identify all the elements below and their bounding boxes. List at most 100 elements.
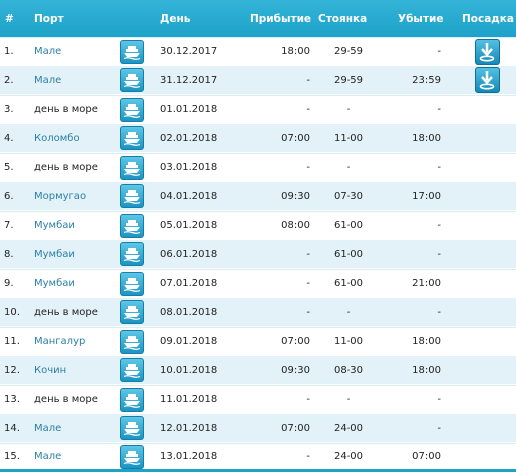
port-link[interactable]: Мале (34, 75, 61, 86)
port-label: день в море (34, 306, 98, 318)
day-cell: 02.01.2018 (160, 132, 218, 144)
row-number: 9. (4, 278, 14, 289)
boarding-arrow-icon[interactable] (474, 38, 500, 65)
boarding-cell (462, 212, 512, 239)
stay-cell: 07-30 (333, 190, 364, 202)
day-cell: 31.12.2017 (160, 74, 218, 86)
stay-cell: 29-59 (333, 74, 364, 86)
departure-cell: - (437, 422, 441, 434)
header-arrival: Прибытие (250, 12, 312, 25)
itinerary-table: # Порт День Прибытие Стоянка Убытие Поса… (0, 0, 516, 475)
ship-icon[interactable] (120, 444, 144, 469)
port-link[interactable]: Мале (34, 451, 61, 462)
table-row: 13. день в море 11.01.2018 - - - (0, 385, 516, 414)
port-link[interactable]: Мормугао (34, 191, 86, 202)
arrival-cell: 09:30 (281, 190, 310, 202)
ship-icon[interactable] (120, 97, 144, 122)
stay-cell: 61-00 (333, 220, 364, 231)
boarding-arrow-icon[interactable] (474, 67, 500, 93)
port-label: день в море (34, 162, 98, 173)
arrival-cell: 07:00 (281, 132, 310, 144)
port-cell: Мумбаи (34, 270, 116, 297)
stay-cell: 11-00 (333, 132, 364, 144)
ship-cell (119, 212, 145, 239)
departure-cell: - (437, 104, 441, 115)
table-row: 2. Мале 31.12.2017 - 29-59 23:59 (0, 66, 516, 95)
header-port: Порт (34, 12, 64, 25)
port-cell: Мангалур (34, 328, 116, 355)
port-link[interactable]: Кочин (34, 365, 66, 376)
arrival-cell: - (306, 451, 310, 462)
departure-cell: 21:00 (412, 278, 441, 289)
port-link[interactable]: Мале (34, 423, 61, 434)
port-cell: день в море (34, 298, 116, 326)
stay-cell: 11-00 (333, 336, 364, 347)
stay-cell: - (346, 162, 351, 173)
row-number: 12. (4, 364, 20, 376)
port-link[interactable]: Мумбаи (34, 220, 75, 231)
ship-cell (119, 38, 145, 65)
table-row: 6. Мормугао 04.01.2018 09:30 07-30 17:00 (0, 182, 516, 211)
header-stay: Стоянка (318, 12, 368, 25)
port-link[interactable]: Мумбаи (34, 278, 75, 289)
ship-icon[interactable] (120, 271, 144, 296)
port-link[interactable]: Мангалур (34, 336, 85, 347)
departure-cell: 18:00 (412, 132, 441, 144)
departure-cell: 07:00 (412, 451, 441, 462)
ship-icon[interactable] (120, 300, 144, 324)
departure-cell: 23:59 (412, 74, 441, 86)
table-row: 5. день в море 03.01.2018 - - - (0, 153, 516, 182)
ship-cell (119, 386, 145, 413)
departure-cell: - (437, 46, 441, 57)
port-cell: Коломбо (34, 124, 116, 152)
departure-cell: - (437, 162, 441, 173)
ship-icon[interactable] (120, 358, 144, 382)
ship-icon[interactable] (120, 387, 144, 412)
arrival-cell: 18:00 (281, 46, 310, 57)
header-boarding: Посадка (462, 12, 515, 25)
port-link[interactable]: Мале (34, 46, 61, 57)
ship-icon[interactable] (120, 416, 144, 440)
port-link[interactable]: Коломбо (34, 133, 80, 144)
row-number: 4. (4, 132, 14, 144)
boarding-cell (462, 154, 512, 181)
row-number: 8. (4, 248, 14, 260)
stay-cell: - (346, 104, 351, 115)
ship-icon[interactable] (120, 68, 144, 92)
departure-cell: 17:00 (412, 190, 441, 202)
ship-icon[interactable] (120, 242, 144, 266)
stay-cell: 61-00 (333, 278, 364, 289)
ship-icon[interactable] (120, 155, 144, 180)
boarding-cell (462, 96, 512, 123)
arrival-cell: - (306, 394, 310, 405)
ship-icon[interactable] (120, 184, 144, 208)
boarding-cell (462, 124, 512, 152)
ship-cell (119, 66, 145, 94)
port-link[interactable]: Мумбаи (34, 249, 75, 260)
ship-icon[interactable] (120, 329, 144, 354)
boarding-cell (462, 414, 512, 442)
boarding-cell (462, 240, 512, 268)
ship-icon[interactable] (120, 39, 144, 64)
row-number: 6. (4, 190, 14, 202)
port-cell: Мале (34, 414, 116, 442)
arrival-cell: 07:00 (281, 336, 310, 347)
day-cell: 03.01.2018 (160, 162, 218, 173)
table-row: 7. Мумбаи 05.01.2018 08:00 61-00 - (0, 211, 516, 240)
ship-cell (119, 96, 145, 123)
ship-icon[interactable] (120, 213, 144, 238)
table-row: 11. Мангалур 09.01.2018 07:00 11-00 18:00 (0, 327, 516, 356)
table-row: 3. день в море 01.01.2018 - - - (0, 95, 516, 124)
port-label: день в море (34, 394, 98, 405)
ship-icon[interactable] (120, 126, 144, 150)
departure-cell: - (437, 306, 441, 318)
boarding-cell (462, 356, 512, 384)
arrival-cell: 08:00 (281, 220, 310, 231)
boarding-cell (462, 298, 512, 326)
day-cell: 05.01.2018 (160, 220, 218, 231)
table-row: 12. Кочин 10.01.2018 09:30 08-30 18:00 (0, 356, 516, 385)
arrival-cell: 09:30 (281, 364, 310, 376)
departure-cell: 18:00 (412, 336, 441, 347)
ship-cell (119, 328, 145, 355)
stay-cell: - (346, 394, 351, 405)
